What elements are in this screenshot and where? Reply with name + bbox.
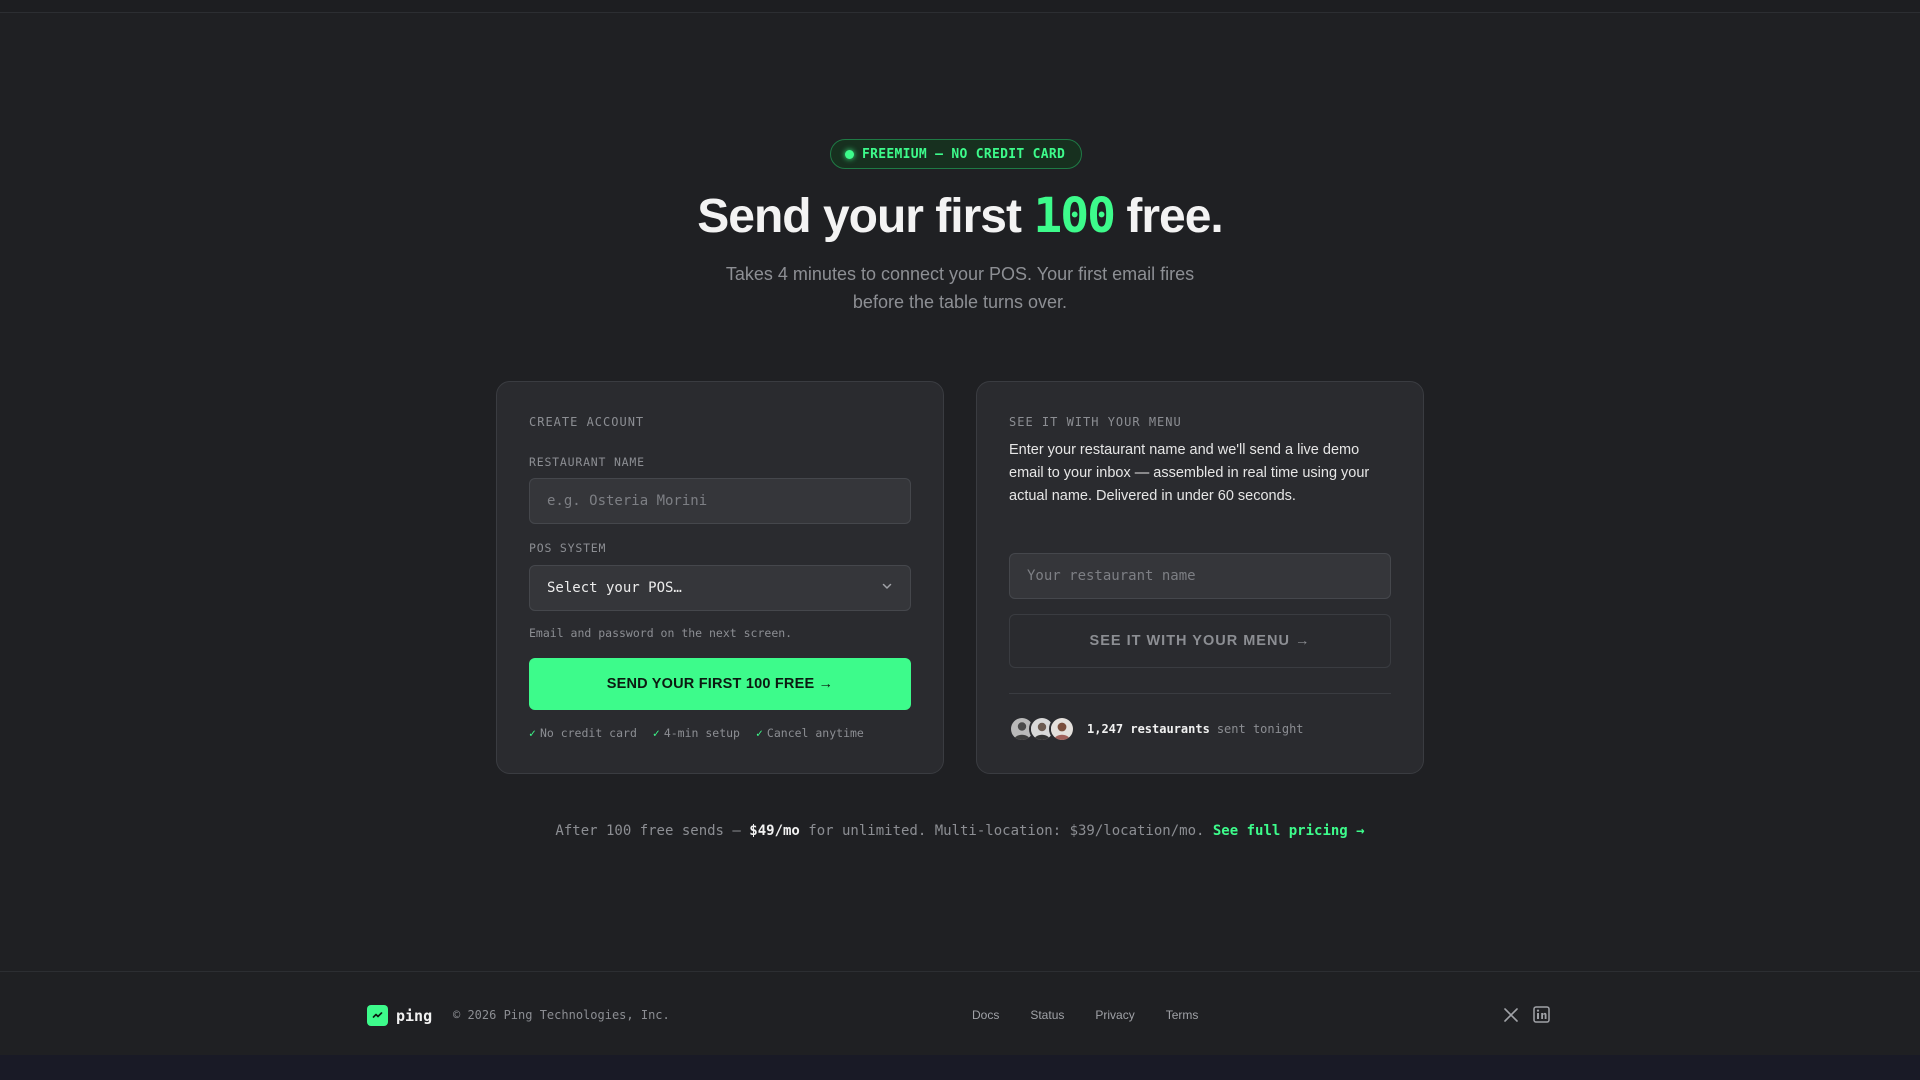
restaurant-name-label: RESTAURANT NAME — [529, 455, 645, 469]
social-links — [1503, 1006, 1550, 1023]
pricing-pre: After 100 free sends — — [555, 823, 750, 839]
ping-logo-icon — [367, 1005, 388, 1026]
social-suffix: sent tonight — [1216, 722, 1304, 736]
subhead: Takes 4 minutes to connect your POS. You… — [725, 264, 1195, 312]
send-first-100-button[interactable]: SEND YOUR FIRST 100 FREE → — [529, 658, 911, 710]
demo-card: SEE IT WITH YOUR MENU Enter your restaur… — [976, 381, 1424, 774]
copyright: © 2026 Ping Technologies, Inc. — [453, 1008, 670, 1022]
pos-system-label: POS SYSTEM — [529, 541, 607, 555]
benefit-item: ✓ No credit card — [529, 726, 637, 740]
social-proof: 1,247 restaurants sent tonight — [1009, 716, 1304, 742]
pricing-note: After 100 free sends — $49/mo for unlimi… — [0, 823, 1920, 839]
benefit-label: 4-min setup — [663, 726, 740, 740]
benefit-label: Cancel anytime — [766, 726, 864, 740]
create-account-eyebrow: CREATE ACCOUNT — [529, 415, 645, 429]
benefits-list: ✓ No credit card ✓ 4-min setup ✓ Cancel any… — [529, 726, 864, 740]
demo-description: Enter your restaurant name and we'll sen… — [1009, 442, 1370, 504]
footer-link-docs[interactable]: Docs — [972, 1008, 999, 1022]
footer-link-privacy[interactable]: Privacy — [1095, 1008, 1134, 1022]
avatar-stack — [1009, 716, 1075, 742]
badge-label: FREEMIUM — NO CREDIT CARD — [862, 146, 1066, 162]
check-icon: ✓ — [755, 726, 763, 740]
linkedin-icon[interactable] — [1533, 1006, 1550, 1023]
avatar — [1049, 716, 1075, 742]
check-icon: ✓ — [529, 726, 536, 740]
benefit-item: ✓ 4-min setup — [653, 726, 740, 740]
freemium-badge: FREEMIUM — NO CREDIT CARD — [830, 139, 1083, 169]
pricing-mid: for unlimited. Multi-location: $39/locat… — [799, 823, 1213, 839]
top-bar — [0, 0, 1920, 12]
next-screen-hint: Email and password on the next screen. — [529, 626, 793, 640]
demo-restaurant-input[interactable] — [1009, 553, 1391, 599]
benefit-label: No credit card — [539, 726, 637, 740]
demo-eyebrow: SEE IT WITH YOUR MENU — [1009, 415, 1182, 429]
headline-accent: 100 — [1033, 188, 1116, 244]
status-dot-icon — [845, 149, 854, 159]
footer-links: Docs Status Privacy Terms — [972, 1008, 1198, 1022]
headline-post: free. — [1114, 190, 1223, 243]
footer-bottom-strip — [0, 1055, 1920, 1080]
pos-system-select[interactable]: Select your POS… — [529, 565, 911, 611]
create-account-card: CREATE ACCOUNT RESTAURANT NAME POS SYSTE… — [496, 381, 944, 774]
footer-link-status[interactable]: Status — [1030, 1008, 1064, 1022]
x-icon[interactable] — [1503, 1007, 1519, 1023]
pos-selected-value: Select your POS… — [547, 580, 682, 596]
chevron-down-icon — [881, 580, 893, 596]
check-icon: ✓ — [652, 726, 660, 740]
restaurant-count: 1,247 restaurants — [1087, 722, 1210, 736]
footer-logo[interactable]: ping — [367, 1005, 432, 1026]
benefit-item: ✓ Cancel anytime — [756, 726, 864, 740]
page-title: Send your first 100 free. — [0, 188, 1920, 244]
footer: ping © 2026 Ping Technologies, Inc. Docs… — [0, 971, 1920, 1056]
footer-link-terms[interactable]: Terms — [1166, 1008, 1199, 1022]
restaurant-name-input[interactable] — [529, 478, 911, 524]
see-it-with-your-menu-button[interactable]: SEE IT WITH YOUR MENU → — [1009, 614, 1391, 668]
pricing-price: $49/mo — [749, 823, 800, 839]
brand-name: ping — [396, 1006, 433, 1025]
see-full-pricing-link[interactable]: See full pricing → — [1213, 823, 1365, 839]
top-divider — [0, 12, 1920, 13]
headline-pre: Send your first — [697, 190, 1034, 243]
demo-divider — [1009, 693, 1391, 694]
